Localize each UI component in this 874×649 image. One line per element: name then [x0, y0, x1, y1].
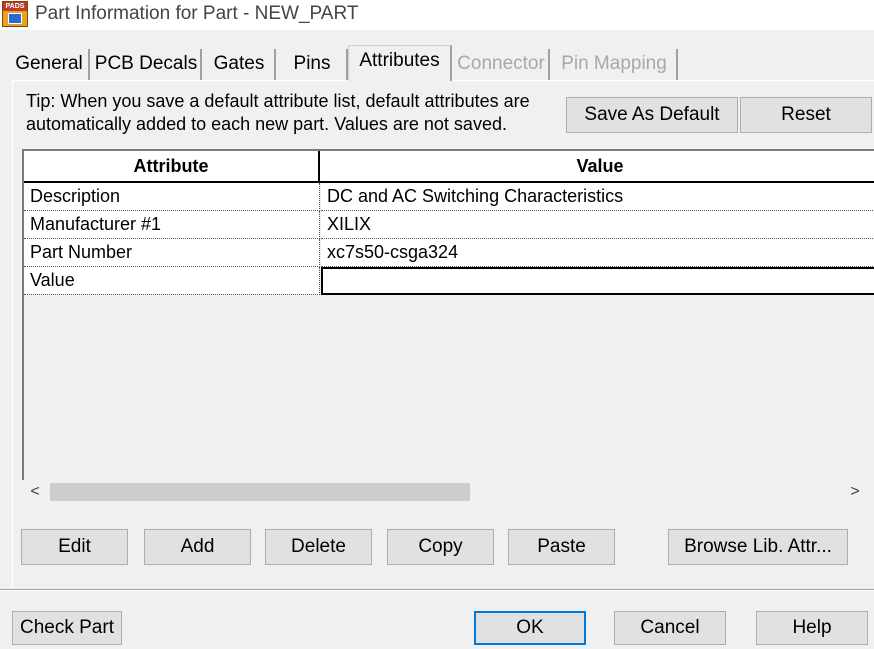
check-part-button[interactable]: Check Part [12, 611, 122, 645]
grid-cell-attribute[interactable]: Value [24, 267, 320, 295]
ok-button[interactable]: OK [474, 611, 586, 645]
tab-connector: Connector [454, 49, 550, 80]
copy-button[interactable]: Copy [387, 529, 494, 565]
part-glyph-icon [8, 13, 22, 24]
paste-button[interactable]: Paste [508, 529, 615, 565]
footer-separator [0, 589, 874, 591]
grid-cell-value-editing[interactable] [321, 267, 874, 295]
tab-gates[interactable]: Gates [204, 49, 276, 80]
reset-button[interactable]: Reset [740, 97, 872, 133]
save-as-default-button[interactable]: Save As Default [566, 97, 738, 133]
edit-button[interactable]: Edit [21, 529, 128, 565]
tip-text: Tip: When you save a default attribute l… [26, 90, 566, 136]
title-bar: PADS Part Information for Part - NEW_PAR… [0, 0, 874, 30]
scrollbar-thumb[interactable] [50, 483, 470, 501]
horizontal-scrollbar[interactable]: < > [22, 480, 874, 504]
tip-line-1: Tip: When you save a default attribute l… [26, 91, 530, 111]
tab-attributes[interactable]: Attributes [348, 45, 452, 81]
tab-strip: General PCB Decals Gates Pins Attributes… [0, 45, 874, 81]
browse-lib-attr-button[interactable]: Browse Lib. Attr... [668, 529, 848, 565]
pads-app-icon[interactable]: PADS [2, 1, 28, 27]
tab-pin-mapping: Pin Mapping [552, 49, 678, 80]
delete-button[interactable]: Delete [265, 529, 372, 565]
grid-cell-value[interactable]: xc7s50-csga324 [321, 239, 874, 267]
grid-cell-value[interactable]: XILIX [321, 211, 874, 239]
pads-logo-text: PADS [3, 2, 27, 11]
grid-cell-attribute[interactable]: Description [24, 183, 320, 211]
tip-line-2: automatically added to each new part. Va… [26, 114, 507, 134]
help-button[interactable]: Help [756, 611, 868, 645]
column-header-value[interactable]: Value [320, 151, 874, 183]
column-header-attribute[interactable]: Attribute [24, 151, 320, 183]
scroll-left-icon[interactable]: < [24, 480, 46, 504]
tab-pcb-decals[interactable]: PCB Decals [92, 49, 202, 80]
tab-pins[interactable]: Pins [278, 49, 348, 80]
scroll-right-icon[interactable]: > [844, 480, 866, 504]
grid-cell-attribute[interactable]: Part Number [24, 239, 320, 267]
window-title: Part Information for Part - NEW_PART [35, 3, 359, 24]
tab-general[interactable]: General [10, 49, 90, 80]
add-button[interactable]: Add [144, 529, 251, 565]
grid-cell-value[interactable]: DC and AC Switching Characteristics [321, 183, 874, 211]
cancel-button[interactable]: Cancel [614, 611, 726, 645]
attribute-grid[interactable]: Attribute Value Description DC and AC Sw… [22, 149, 874, 504]
grid-cell-attribute[interactable]: Manufacturer #1 [24, 211, 320, 239]
